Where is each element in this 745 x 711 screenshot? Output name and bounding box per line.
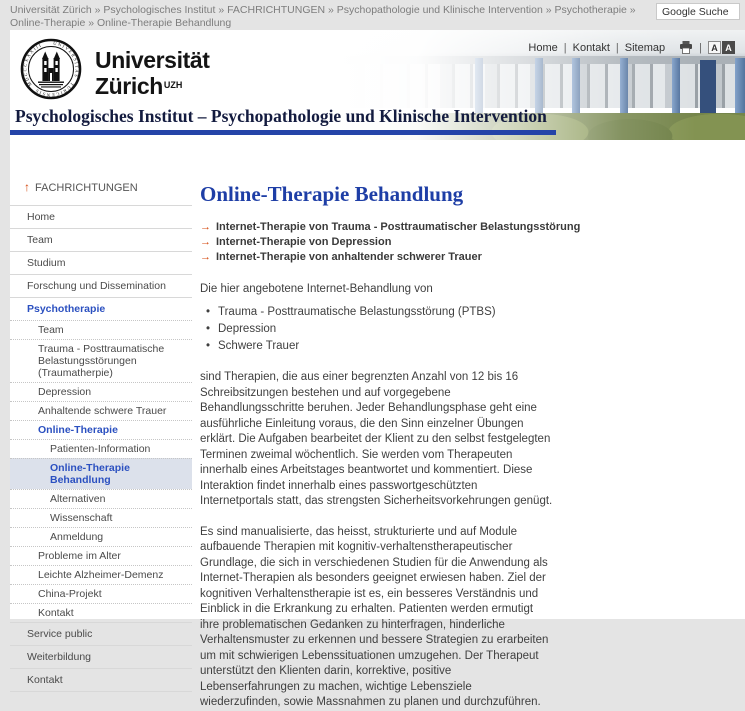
sidebar: ↑FACHRICHTUNGEN HomeTeamStudiumForschung… bbox=[10, 140, 192, 711]
search-input[interactable] bbox=[656, 3, 740, 20]
font-size-large-button[interactable]: A bbox=[722, 41, 735, 54]
sidebar-item[interactable]: Studium bbox=[10, 251, 192, 274]
nav-separator: | bbox=[564, 42, 567, 54]
jump-links: → Internet-Therapie von Trauma - Posttrau… bbox=[200, 220, 745, 265]
header-nav-home[interactable]: Home bbox=[528, 42, 557, 54]
uzh-wordmark: Universität ZürichUZH bbox=[95, 48, 209, 99]
institute-title: Psychologisches Institut – Psychopatholo… bbox=[10, 106, 556, 135]
utility-links: Home | Kontakt | Sitemap bbox=[528, 42, 665, 54]
sidebar-item[interactable]: Kontakt bbox=[10, 603, 192, 622]
jump-link[interactable]: → Internet-Therapie von Trauma - Posttrau… bbox=[200, 220, 745, 235]
font-size-small-button[interactable]: A bbox=[708, 41, 721, 54]
sidebar-item[interactable]: Patienten-Information bbox=[10, 439, 192, 458]
arrow-up-icon: ↑ bbox=[24, 180, 30, 194]
bullet-item: Schwere Trauer bbox=[206, 338, 745, 355]
content: ↑FACHRICHTUNGEN HomeTeamStudiumForschung… bbox=[10, 140, 745, 711]
sidebar-item[interactable]: Online-Therapie Behandlung bbox=[10, 458, 192, 489]
nav-separator: | bbox=[616, 42, 619, 54]
topbar: Universität Zürich » Psychologisches Ins… bbox=[0, 0, 745, 30]
sidebar-item[interactable]: Team bbox=[10, 320, 192, 339]
page-title: Online-Therapie Behandlung bbox=[200, 182, 745, 207]
wordmark-line2: ZürichUZH bbox=[95, 73, 209, 99]
sidebar-item[interactable]: Wissenschaft bbox=[10, 508, 192, 527]
intro-text: Die hier angebotene Internet-Behandlung … bbox=[200, 283, 745, 295]
breadcrumb[interactable]: Universität Zürich » Psychologisches Ins… bbox=[10, 4, 645, 30]
jump-link[interactable]: → Internet-Therapie von anhaltender schwe… bbox=[200, 250, 745, 265]
body-paragraph: sind Therapien, die aus einer begrenzten… bbox=[200, 370, 554, 510]
sidebar-item[interactable]: Anhaltende schwere Trauer bbox=[10, 401, 192, 420]
sidebar-item[interactable]: Alternativen bbox=[10, 489, 192, 508]
main-content: Online-Therapie Behandlung → Internet-The… bbox=[192, 140, 745, 711]
uzh-logo[interactable]: UNIVERSITAS TURICENSIS MDCCCXXXIII bbox=[20, 38, 209, 105]
sidebar-item[interactable]: Kontakt bbox=[10, 668, 192, 691]
sidebar-item[interactable]: Forschung und Dissemination bbox=[10, 274, 192, 297]
bullet-item: Depression bbox=[206, 321, 745, 338]
sidebar-item[interactable]: Anmeldung bbox=[10, 527, 192, 546]
sidebar-item[interactable]: Team bbox=[10, 228, 192, 251]
header: UNIVERSITAS TURICENSIS MDCCCXXXIII bbox=[10, 30, 745, 140]
sidebar-item[interactable]: Trauma - Posttraumatische Belastungsstör… bbox=[10, 339, 192, 382]
sidebar-section-header[interactable]: ↑ FACHRICHTUNGEN bbox=[24, 180, 192, 194]
sidebar-section-label: FACHRICHTUNGEN bbox=[35, 182, 138, 194]
print-icon[interactable] bbox=[679, 41, 693, 54]
jump-link-label: Internet-Therapie von anhaltender schwer… bbox=[216, 250, 482, 265]
arrow-right-icon: → bbox=[200, 220, 211, 235]
sidebar-item[interactable]: Home bbox=[10, 205, 192, 228]
jump-link[interactable]: → Internet-Therapie von Depression bbox=[200, 235, 745, 250]
paragraphs: sind Therapien, die aus einer begrenzten… bbox=[200, 370, 745, 711]
sidebar-item[interactable]: Leichte Alzheimer-Demenz bbox=[10, 565, 192, 584]
uzh-seal-icon: UNIVERSITAS TURICENSIS MDCCCXXXIII bbox=[20, 38, 82, 105]
header-nav-sitemap[interactable]: Sitemap bbox=[625, 42, 665, 54]
bullet-list: Trauma - Posttraumatische Belastungsstör… bbox=[206, 304, 745, 355]
utility-nav: Home | Kontakt | Sitemap | A A bbox=[528, 41, 735, 54]
wordmark-line1: Universität bbox=[95, 48, 209, 73]
sidebar-item[interactable]: China-Projekt bbox=[10, 584, 192, 603]
sidebar-item[interactable]: Service public bbox=[10, 622, 192, 645]
sidebar-item[interactable]: Probleme im Alter bbox=[10, 546, 192, 565]
wordmark-uzh-sup: UZH bbox=[164, 80, 183, 90]
bullet-item: Trauma - Posttraumatische Belastungsstör… bbox=[206, 304, 745, 321]
sidebar-item[interactable]: Weiterbildung bbox=[10, 645, 192, 668]
institute-title-bar: Psychologisches Institut – Psychopatholo… bbox=[10, 106, 556, 135]
arrow-right-icon: → bbox=[200, 250, 211, 265]
jump-link-label: Internet-Therapie von Depression bbox=[216, 235, 391, 250]
body-paragraph: Es sind manualisierte, das heisst, struk… bbox=[200, 525, 554, 711]
arrow-right-icon: → bbox=[200, 235, 211, 250]
sidebar-item[interactable]: Online-Therapie bbox=[10, 420, 192, 439]
jump-link-label: Internet-Therapie von Trauma - Posttraum… bbox=[216, 220, 580, 235]
sidebar-item[interactable]: Depression bbox=[10, 382, 192, 401]
icon-separator: | bbox=[699, 42, 702, 54]
header-nav-kontakt[interactable]: Kontakt bbox=[573, 42, 610, 54]
sidebar-item[interactable]: Psychotherapie bbox=[10, 297, 192, 320]
page: UNIVERSITAS TURICENSIS MDCCCXXXIII bbox=[10, 30, 745, 619]
